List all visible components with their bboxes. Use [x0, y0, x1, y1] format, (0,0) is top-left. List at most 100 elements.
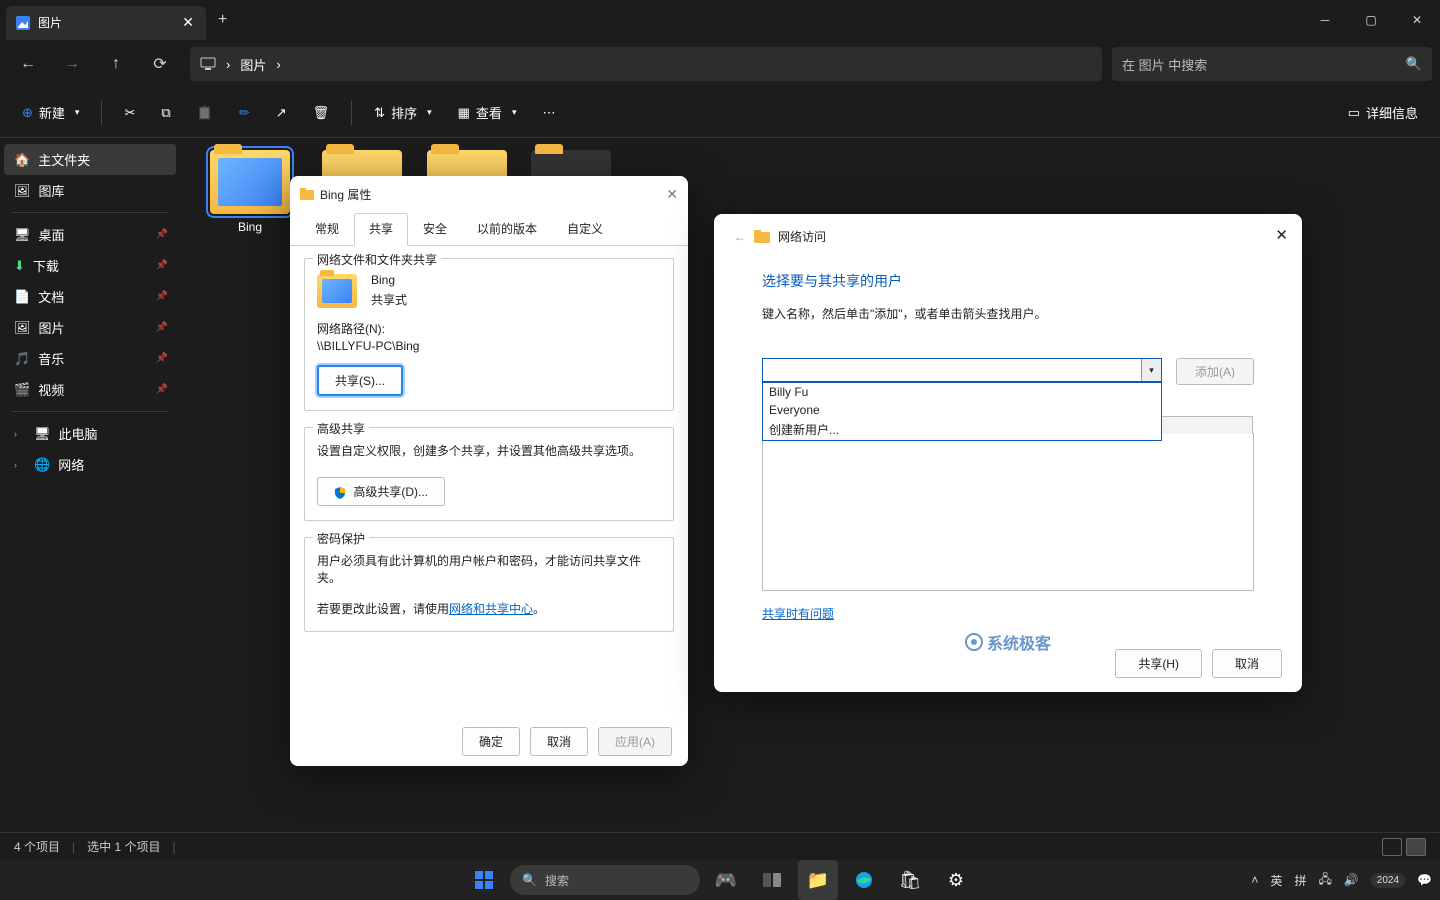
- taskbar-settings[interactable]: ⚙: [936, 860, 976, 900]
- cancel-button[interactable]: 取消: [1212, 649, 1282, 678]
- sidebar-documents[interactable]: 📄文档📌: [4, 281, 176, 312]
- copy-button[interactable]: ⧉: [151, 99, 180, 127]
- sharing-help-link[interactable]: 共享时有问题: [762, 607, 834, 621]
- minimize-button[interactable]: ─: [1302, 0, 1348, 40]
- sidebar-home[interactable]: 🏠主文件夹: [4, 144, 176, 175]
- new-tab-button[interactable]: +: [218, 11, 227, 29]
- status-item-count: 4 个项目: [14, 838, 60, 855]
- taskbar-store[interactable]: 🛍: [890, 860, 930, 900]
- tray-chevron-icon[interactable]: ˄: [1251, 873, 1258, 887]
- sidebar-network[interactable]: ›🌐网络: [4, 449, 176, 480]
- add-button[interactable]: 添加(A): [1176, 358, 1254, 385]
- tray-volume-icon[interactable]: 🔊: [1344, 873, 1359, 887]
- explorer-tab[interactable]: 图片 ✕: [6, 6, 206, 40]
- dropdown-arrow-button[interactable]: ▾: [1141, 359, 1161, 381]
- taskbar-search[interactable]: 🔍搜索: [510, 865, 700, 895]
- shield-icon: [334, 487, 346, 499]
- cut-button[interactable]: ✂: [114, 99, 145, 127]
- search-input[interactable]: 在 图片 中搜索 🔍: [1112, 47, 1432, 81]
- tab-security[interactable]: 安全: [408, 213, 462, 246]
- music-icon: 🎵: [14, 351, 30, 367]
- sidebar-music[interactable]: 🎵音乐📌: [4, 343, 176, 374]
- user-combobox[interactable]: ▾ Billy Fu Everyone 创建新用户...: [762, 358, 1162, 382]
- tab-previous[interactable]: 以前的版本: [462, 213, 552, 246]
- refresh-button[interactable]: ⟳: [140, 46, 180, 82]
- rename-button[interactable]: ✏: [229, 99, 260, 127]
- sidebar-desktop[interactable]: 🖥桌面📌: [4, 219, 176, 250]
- paste-button[interactable]: 📋: [187, 99, 223, 127]
- gallery-icon: 🖼: [14, 183, 31, 199]
- group-network-share-title: 网络文件和文件夹共享: [313, 251, 441, 268]
- list-view-icon[interactable]: [1382, 838, 1402, 856]
- maximize-button[interactable]: ▢: [1348, 0, 1394, 40]
- start-button[interactable]: [464, 860, 504, 900]
- dialog-close-button[interactable]: ✕: [666, 186, 678, 203]
- sidebar-this-pc[interactable]: ›🖥此电脑: [4, 418, 176, 449]
- chevron-right-icon: ›: [276, 57, 280, 72]
- share-button[interactable]: 共享(S)...: [317, 365, 403, 396]
- ok-button[interactable]: 确定: [462, 727, 520, 756]
- tab-custom[interactable]: 自定义: [552, 213, 618, 246]
- dropdown-option[interactable]: Everyone: [763, 401, 1161, 419]
- download-icon: ⬇: [14, 258, 25, 274]
- dialog-close-button[interactable]: ✕: [1275, 226, 1288, 244]
- tab-close-icon[interactable]: ✕: [182, 14, 194, 31]
- sidebar-pictures[interactable]: 🖼图片📌: [4, 312, 176, 343]
- taskbar-explorer[interactable]: 📁: [798, 860, 838, 900]
- watermark: 系统极客: [965, 630, 1051, 654]
- apply-button[interactable]: 应用(A): [598, 727, 672, 756]
- tray-notification-icon[interactable]: 💬: [1417, 873, 1432, 887]
- pin-icon: 📌: [156, 260, 168, 271]
- sidebar-downloads[interactable]: ⬇下载📌: [4, 250, 176, 281]
- dialog-title: Bing 属性: [320, 186, 371, 203]
- tray-lang2[interactable]: 拼: [1294, 872, 1306, 889]
- taskbar-taskview[interactable]: [752, 860, 792, 900]
- taskbar-edge[interactable]: [844, 860, 884, 900]
- folder-bing[interactable]: Bing: [200, 150, 300, 234]
- back-button[interactable]: ←: [734, 230, 746, 244]
- details-button[interactable]: ▭详细信息: [1338, 97, 1428, 128]
- sidebar-videos[interactable]: 🎬视频📌: [4, 374, 176, 405]
- back-button[interactable]: ←: [8, 46, 48, 82]
- taskbar-game-icon[interactable]: 🎮: [706, 860, 746, 900]
- sidebar-gallery[interactable]: 🖼图库: [4, 175, 176, 206]
- up-button[interactable]: ↑: [96, 46, 136, 82]
- user-input[interactable]: [763, 359, 1139, 381]
- chevron-right-icon: ›: [14, 429, 24, 439]
- home-icon: 🏠: [14, 152, 30, 168]
- advanced-share-button[interactable]: 高级共享(D)...: [317, 477, 445, 506]
- share-button[interactable]: ↗: [266, 99, 297, 127]
- copy-icon: ⧉: [161, 105, 170, 121]
- tray-lang1[interactable]: 英: [1270, 872, 1282, 889]
- sort-button[interactable]: ⇅排序▾: [364, 97, 441, 128]
- delete-button[interactable]: 🗑: [303, 99, 340, 127]
- tray-year[interactable]: 2024: [1371, 873, 1405, 888]
- dialog-heading: 选择要与其共享的用户: [762, 271, 1254, 291]
- network-path-value: \\BILLYFU-PC\Bing: [317, 339, 661, 353]
- dropdown-option[interactable]: 创建新用户...: [763, 419, 1161, 440]
- monitor-icon: [200, 57, 216, 71]
- more-button[interactable]: ⋯: [532, 99, 565, 127]
- cancel-button[interactable]: 取消: [530, 727, 588, 756]
- tab-share[interactable]: 共享: [354, 213, 408, 246]
- network-center-link[interactable]: 网络和共享中心: [449, 602, 533, 616]
- tab-general[interactable]: 常规: [300, 213, 354, 246]
- share-button[interactable]: 共享(H): [1115, 649, 1202, 678]
- tray-network-icon[interactable]: 🖧: [1318, 870, 1331, 891]
- close-button[interactable]: ✕: [1394, 0, 1440, 40]
- pin-icon: 📌: [156, 384, 168, 395]
- video-icon: 🎬: [14, 382, 30, 398]
- address-bar[interactable]: › 图片 ›: [190, 47, 1102, 81]
- pictures-icon: [16, 16, 30, 30]
- breadcrumb-pictures[interactable]: 图片: [240, 55, 266, 74]
- dropdown-option[interactable]: Billy Fu: [763, 383, 1161, 401]
- password-protect-line2: 若要更改此设置，请使用网络和共享中心。: [317, 600, 661, 617]
- share-icon: ↗: [276, 105, 287, 121]
- network-path-label: 网络路径(N):: [317, 320, 661, 337]
- new-button[interactable]: ⊕新建▾: [12, 97, 89, 128]
- network-access-dialog: ← 网络访问 ✕ 选择要与其共享的用户 键入名称，然后单击"添加"，或者单击箭头…: [714, 214, 1302, 692]
- shared-users-list[interactable]: [762, 433, 1254, 591]
- view-button[interactable]: ▦查看▾: [448, 97, 527, 128]
- forward-button[interactable]: →: [52, 46, 92, 82]
- grid-view-icon[interactable]: [1406, 838, 1426, 856]
